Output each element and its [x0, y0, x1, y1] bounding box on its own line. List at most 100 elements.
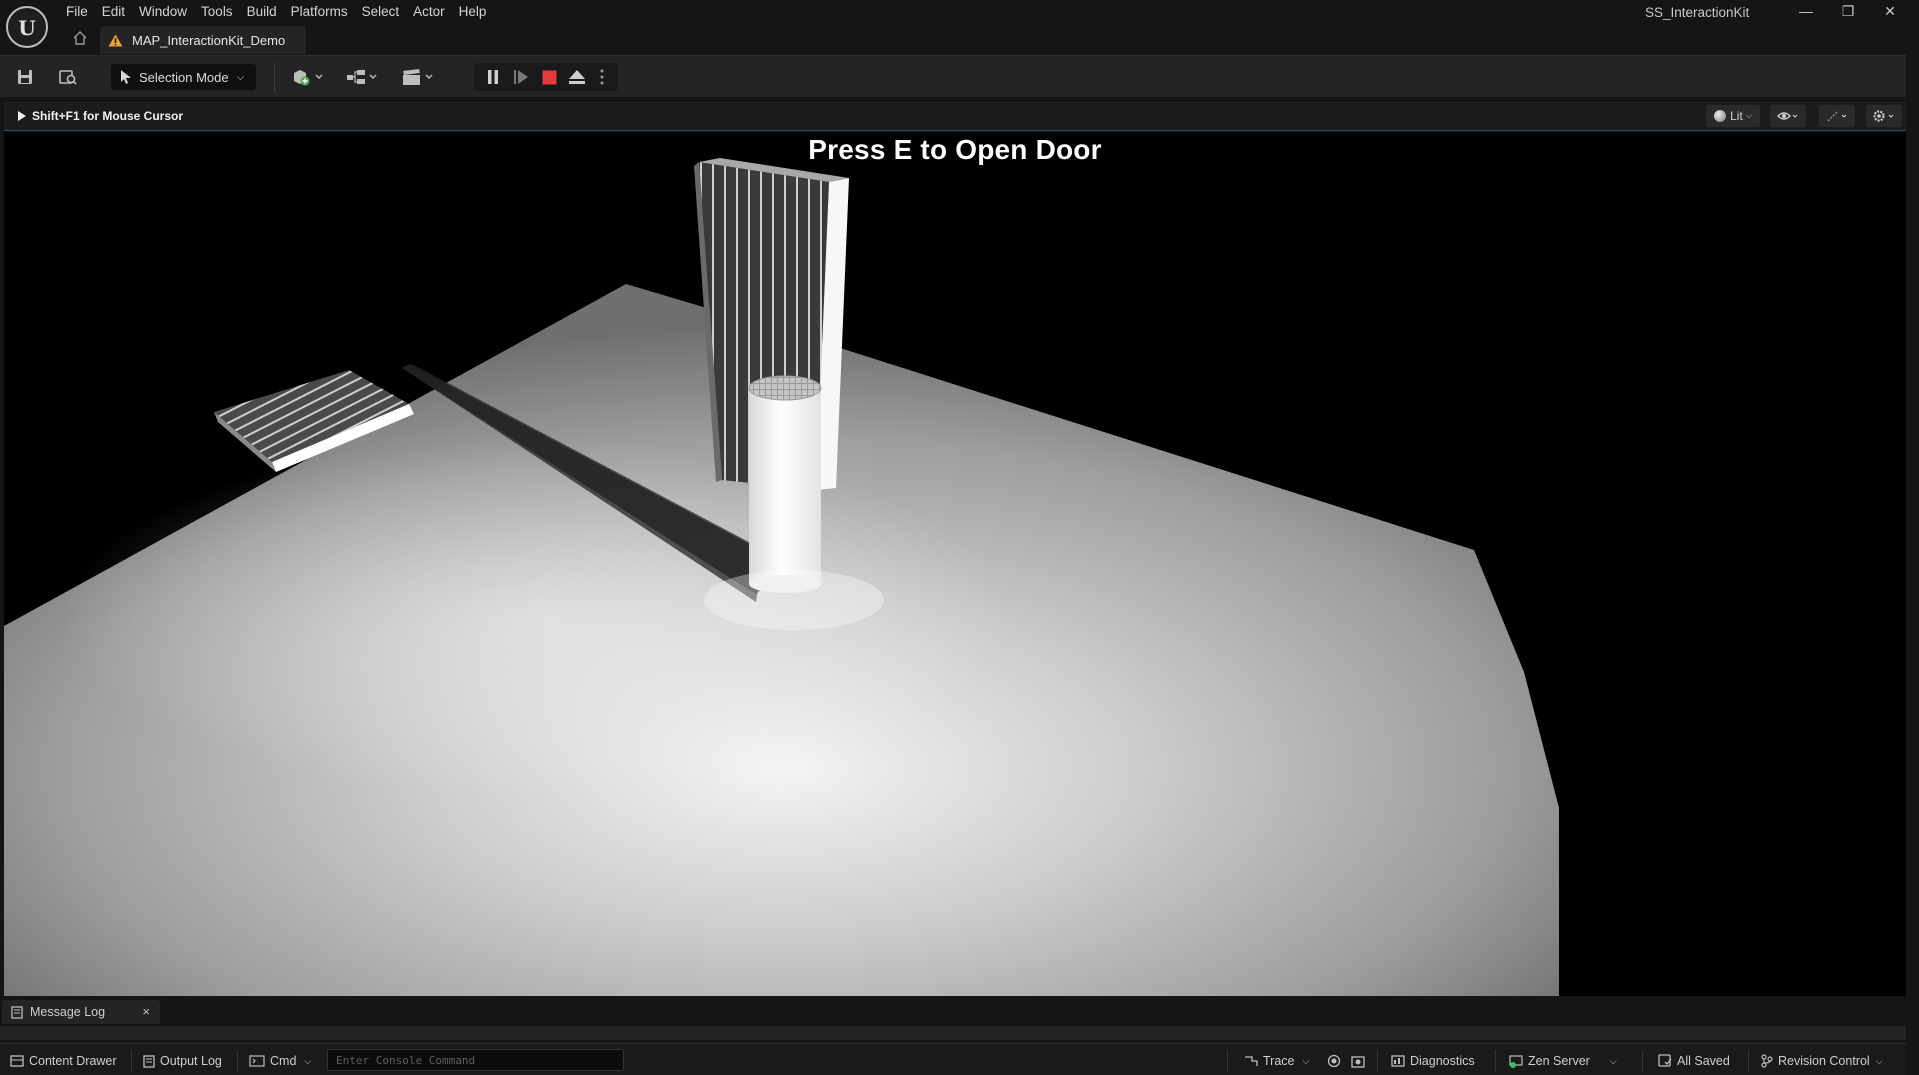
status-divider: [1377, 1050, 1378, 1072]
blueprint-icon: [347, 70, 377, 84]
all-saved-button[interactable]: All Saved: [1658, 1051, 1730, 1071]
trace-label: Trace: [1263, 1054, 1295, 1068]
snap-settings-dropdown[interactable]: [1819, 105, 1855, 127]
show-flags-dropdown[interactable]: [1770, 105, 1806, 127]
view-mode-dropdown[interactable]: Lit ⌵: [1706, 105, 1760, 127]
gear-icon: [1873, 110, 1894, 122]
status-divider: [1748, 1050, 1749, 1072]
minimize-button[interactable]: —: [1786, 0, 1826, 24]
eject-icon: [569, 70, 585, 84]
trace-icon: [1245, 1056, 1258, 1066]
frame-skip-icon: [514, 70, 528, 84]
level-viewport[interactable]: Press E to Open Door: [4, 132, 1906, 996]
play-arrow-icon: [18, 111, 26, 121]
eject-button[interactable]: [566, 67, 588, 87]
diagnostics-icon: [1391, 1055, 1405, 1067]
snap-icon: [1827, 110, 1847, 122]
zen-server-dropdown[interactable]: Zen Server ⌵: [1509, 1051, 1617, 1071]
content-drawer-label: Content Drawer: [29, 1054, 117, 1068]
menu-select[interactable]: Select: [362, 3, 413, 21]
view-mode-label: Lit: [1730, 109, 1743, 123]
revision-control-label: Revision Control: [1778, 1054, 1870, 1068]
close-window-button[interactable]: ✕: [1870, 0, 1910, 24]
screenshot-button[interactable]: [1351, 1051, 1365, 1071]
status-divider: [131, 1050, 132, 1072]
more-options-icon: [600, 69, 604, 85]
record-icon: [1327, 1054, 1341, 1068]
menu-platforms[interactable]: Platforms: [291, 3, 361, 21]
unreal-logo-icon[interactable]: U: [6, 6, 48, 48]
menu-edit[interactable]: Edit: [102, 3, 138, 21]
viewport-hint: Shift+F1 for Mouse Cursor: [18, 109, 183, 123]
viewport-hint-label: Shift+F1 for Mouse Cursor: [32, 109, 184, 123]
browse-icon: [59, 70, 77, 85]
save-button[interactable]: [14, 65, 36, 89]
zen-server-label: Zen Server: [1528, 1054, 1590, 1068]
status-divider: [237, 1050, 238, 1072]
level-modified-icon: [108, 34, 123, 46]
pause-button[interactable]: [482, 67, 504, 87]
message-log-bar: Message Log ×: [0, 998, 1906, 1026]
terminal-icon: [249, 1055, 265, 1067]
chevron-down-icon: ⌵: [1302, 1055, 1310, 1066]
record-button[interactable]: [1327, 1051, 1341, 1071]
diagnostics-button[interactable]: Diagnostics: [1391, 1051, 1475, 1071]
interaction-prompt: Press E to Open Door: [808, 134, 1102, 165]
viewport-toolbar: Shift+F1 for Mouse Cursor Lit ⌵: [4, 101, 1906, 131]
output-log-label: Output Log: [160, 1054, 222, 1068]
branch-icon: [1761, 1054, 1773, 1068]
message-log-tab[interactable]: Message Log ×: [2, 1000, 160, 1024]
toolbar-divider: [274, 62, 275, 92]
blueprint-button[interactable]: [344, 65, 382, 89]
title-bar: U File Edit Window Tools Build Platforms…: [0, 0, 1919, 55]
message-log-panel: [0, 1026, 1906, 1040]
selection-mode-dropdown[interactable]: Selection Mode ⌵: [111, 64, 256, 90]
stop-button[interactable]: [538, 67, 560, 87]
console-command-input[interactable]: [327, 1049, 624, 1071]
status-divider: [1495, 1050, 1496, 1072]
main-toolbar: Selection Mode ⌵: [0, 55, 1906, 97]
chevron-down-icon: ⌵: [1745, 111, 1752, 120]
menu-tools[interactable]: Tools: [201, 3, 246, 21]
status-divider: [1227, 1050, 1228, 1072]
play-controls: [474, 63, 618, 91]
more-options-button[interactable]: [594, 67, 610, 87]
zen-server-icon: [1509, 1054, 1523, 1068]
output-log-button[interactable]: Output Log: [143, 1051, 222, 1071]
add-actor-button[interactable]: [290, 65, 328, 89]
save-icon: [18, 70, 32, 84]
status-bar: Content Drawer Output Log Cmd ⌵ Trace ⌵: [0, 1043, 1906, 1075]
cmd-label: Cmd: [270, 1054, 297, 1068]
menu-window[interactable]: Window: [139, 3, 200, 21]
close-tab-button[interactable]: ×: [142, 1004, 150, 1019]
chevron-down-icon: ⌵: [304, 1055, 312, 1066]
level-tab[interactable]: MAP_InteractionKit_Demo: [100, 26, 306, 54]
content-drawer-button[interactable]: Content Drawer: [10, 1051, 117, 1071]
menu-build[interactable]: Build: [247, 3, 290, 21]
menu-actor[interactable]: Actor: [413, 3, 458, 21]
level-tab-label: MAP_InteractionKit_Demo: [132, 32, 286, 48]
menu-help[interactable]: Help: [459, 3, 500, 21]
eye-icon: [1777, 112, 1798, 120]
all-saved-label: All Saved: [1677, 1054, 1730, 1068]
restore-button[interactable]: ❐: [1828, 0, 1868, 24]
viewport-settings-dropdown[interactable]: [1866, 105, 1902, 127]
pause-icon: [488, 70, 498, 84]
frame-skip-button[interactable]: [510, 67, 532, 87]
message-log-label: Message Log: [30, 1005, 106, 1019]
project-name: SS_InteractionKit: [1645, 5, 1750, 20]
menu-file[interactable]: File: [66, 3, 101, 21]
trace-dropdown[interactable]: Trace ⌵: [1244, 1051, 1309, 1071]
revision-control-dropdown[interactable]: Revision Control ⌵: [1761, 1051, 1883, 1071]
diagnostics-label: Diagnostics: [1410, 1054, 1475, 1068]
chevron-down-icon: ⌵: [1875, 1055, 1883, 1066]
cinematics-button[interactable]: [400, 65, 438, 89]
chevron-down-icon: ⌵: [1609, 1055, 1617, 1066]
cmd-dropdown[interactable]: Cmd ⌵: [249, 1051, 311, 1071]
browse-button[interactable]: [56, 65, 80, 89]
cinematics-icon: [403, 69, 433, 85]
home-icon[interactable]: [72, 30, 88, 46]
camera-icon: [1351, 1056, 1365, 1068]
chevron-down-icon: ⌵: [236, 71, 245, 83]
log-icon: [11, 1005, 23, 1019]
